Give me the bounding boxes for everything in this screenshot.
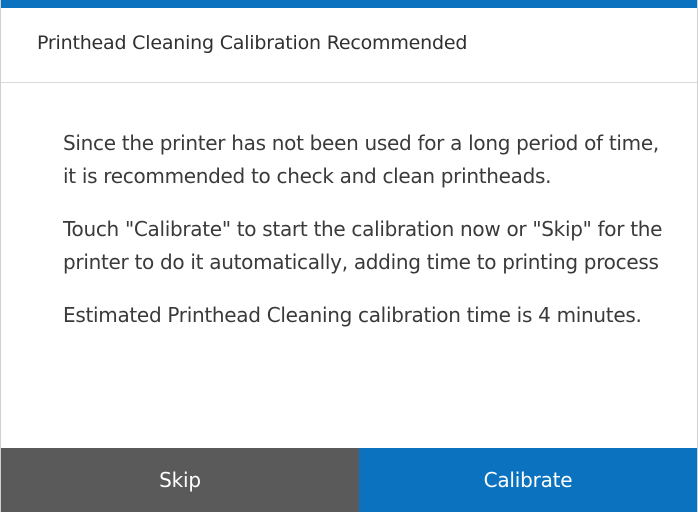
calibrate-button[interactable]: Calibrate (359, 448, 697, 512)
calibration-dialog: Printhead Cleaning Calibration Recommend… (0, 0, 698, 512)
accent-bar (1, 0, 697, 8)
title-divider (1, 82, 697, 83)
calibrate-button-label: Calibrate (483, 468, 573, 492)
message-paragraph-1: Since the printer has not been used for … (63, 131, 659, 188)
button-bar: Skip Calibrate (1, 448, 697, 512)
skip-button-label: Skip (159, 468, 201, 492)
skip-button[interactable]: Skip (1, 448, 359, 512)
message-paragraph-2: Touch "Calibrate" to start the calibrati… (63, 217, 663, 274)
dialog-title: Printhead Cleaning Calibration Recommend… (37, 32, 468, 54)
message-paragraph-3: Estimated Printhead Cleaning calibration… (63, 303, 642, 327)
dialog-body: Since the printer has not been used for … (63, 127, 663, 352)
